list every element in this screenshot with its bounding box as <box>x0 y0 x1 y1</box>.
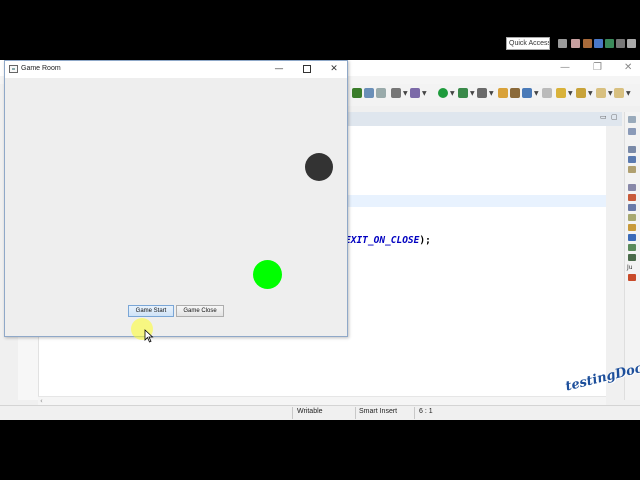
ide-restore-icon[interactable]: ❐ <box>593 62 602 73</box>
search-view-icon[interactable] <box>628 204 636 211</box>
status-cursor-position: 6 : 1 <box>419 408 433 415</box>
coverage-icon[interactable] <box>364 88 374 98</box>
game-room-window: Game Room — ✕ Game Start Game Close <box>4 60 348 337</box>
perspective-team-icon[interactable] <box>616 39 625 48</box>
status-writable: Writable <box>297 408 323 415</box>
ide-minimize-icon[interactable]: — <box>560 62 570 73</box>
editor-horizontal-scrollbar[interactable] <box>38 396 606 405</box>
game-room-title-bar[interactable]: Game Room — ✕ <box>5 61 347 78</box>
dropdown-caret-icon[interactable]: ▼ <box>626 90 631 97</box>
green-ball <box>253 260 282 289</box>
code-line: EXIT_ON_CLOSE); <box>345 235 431 246</box>
quick-access-field[interactable]: Quick Access <box>506 37 550 50</box>
build-icon[interactable] <box>376 88 386 98</box>
forward-icon[interactable] <box>614 88 624 98</box>
progress-view-icon[interactable] <box>628 214 636 221</box>
maximize-editor-icon[interactable]: ▢ <box>611 113 618 121</box>
current-line-highlight <box>346 195 606 207</box>
minimize-editor-icon[interactable]: ▭ <box>600 113 607 121</box>
run-icon[interactable] <box>438 88 448 98</box>
outline-view-icon[interactable] <box>628 116 636 123</box>
error-log-icon[interactable] <box>628 194 636 201</box>
screen: — ❐ ✕ ▭ ▢ EXIT_ON_CLOSE); ‹ Writable Sma… <box>0 0 640 480</box>
search-icon[interactable] <box>522 88 532 98</box>
status-separator <box>355 407 356 419</box>
next-annotation-icon[interactable] <box>556 88 566 98</box>
debug-icon[interactable] <box>352 88 362 98</box>
open-perspective-icon[interactable] <box>558 39 567 48</box>
scroll-left-arrow-icon[interactable]: ‹ <box>40 397 43 405</box>
external-tools-icon[interactable] <box>410 88 420 98</box>
minimize-icon[interactable]: — <box>270 63 288 76</box>
snippets-view-icon[interactable] <box>628 254 636 261</box>
step-icon[interactable] <box>391 88 401 98</box>
task-list-icon[interactable] <box>628 128 636 135</box>
editor-tab-bar <box>346 112 622 126</box>
java-window-icon <box>9 65 18 73</box>
prev-annotation-icon[interactable] <box>576 88 586 98</box>
dropdown-caret-icon[interactable]: ▼ <box>470 90 475 97</box>
game-canvas <box>5 78 347 336</box>
dark-ball <box>305 153 333 181</box>
status-separator <box>292 407 293 419</box>
new-class-icon[interactable] <box>477 88 487 98</box>
toggle-mark-icon[interactable] <box>542 88 552 98</box>
dropdown-caret-icon[interactable]: ▼ <box>534 90 539 97</box>
console-view-icon[interactable] <box>628 146 636 153</box>
status-separator <box>414 407 415 419</box>
open-task-icon[interactable] <box>510 88 520 98</box>
markers-view-icon[interactable] <box>628 274 636 281</box>
game-start-button[interactable]: Game Start <box>128 305 174 317</box>
code-constant: EXIT_ON_CLOSE <box>345 235 420 246</box>
toolbar-icons: ▼ ▼ ▼ ▼ ▼ ▼ ▼ ▼ ▼ ▼ <box>346 84 640 106</box>
data-source-icon[interactable] <box>628 244 636 251</box>
servers-view-icon[interactable] <box>628 234 636 241</box>
dropdown-caret-icon[interactable]: ▼ <box>403 90 408 97</box>
dropdown-caret-icon[interactable]: ▼ <box>422 90 427 97</box>
dropdown-caret-icon[interactable]: ▼ <box>489 90 494 97</box>
status-insert-mode: Smart Insert <box>359 408 398 415</box>
perspective-java-ee-icon[interactable] <box>571 39 580 48</box>
maximize-icon[interactable] <box>298 63 316 76</box>
open-type-icon[interactable] <box>498 88 508 98</box>
close-icon[interactable]: ✕ <box>325 63 343 76</box>
perspective-git-icon[interactable] <box>605 39 614 48</box>
junit-view-icon[interactable]: Ju <box>627 264 633 271</box>
mouse-cursor-icon <box>144 329 154 343</box>
dropdown-caret-icon[interactable]: ▼ <box>588 90 593 97</box>
game-close-button[interactable]: Game Close <box>176 305 224 317</box>
editor-vertical-scrollbar[interactable] <box>606 126 622 400</box>
code-punctuation: ); <box>419 235 431 246</box>
ide-close-icon[interactable]: ✕ <box>624 62 632 73</box>
declaration-view-icon[interactable] <box>628 184 636 191</box>
history-view-icon[interactable] <box>628 224 636 231</box>
game-room-title: Game Room <box>21 65 61 72</box>
dropdown-caret-icon[interactable]: ▼ <box>450 90 455 97</box>
problems-view-icon[interactable] <box>628 156 636 163</box>
dropdown-caret-icon[interactable]: ▼ <box>608 90 613 97</box>
perspective-more-icon[interactable] <box>627 39 636 48</box>
perspective-java-icon[interactable] <box>583 39 592 48</box>
javadoc-view-icon[interactable] <box>628 166 636 173</box>
back-icon[interactable] <box>596 88 606 98</box>
dropdown-caret-icon[interactable]: ▼ <box>568 90 573 97</box>
run-last-icon[interactable] <box>458 88 468 98</box>
perspective-debug-icon[interactable] <box>594 39 603 48</box>
